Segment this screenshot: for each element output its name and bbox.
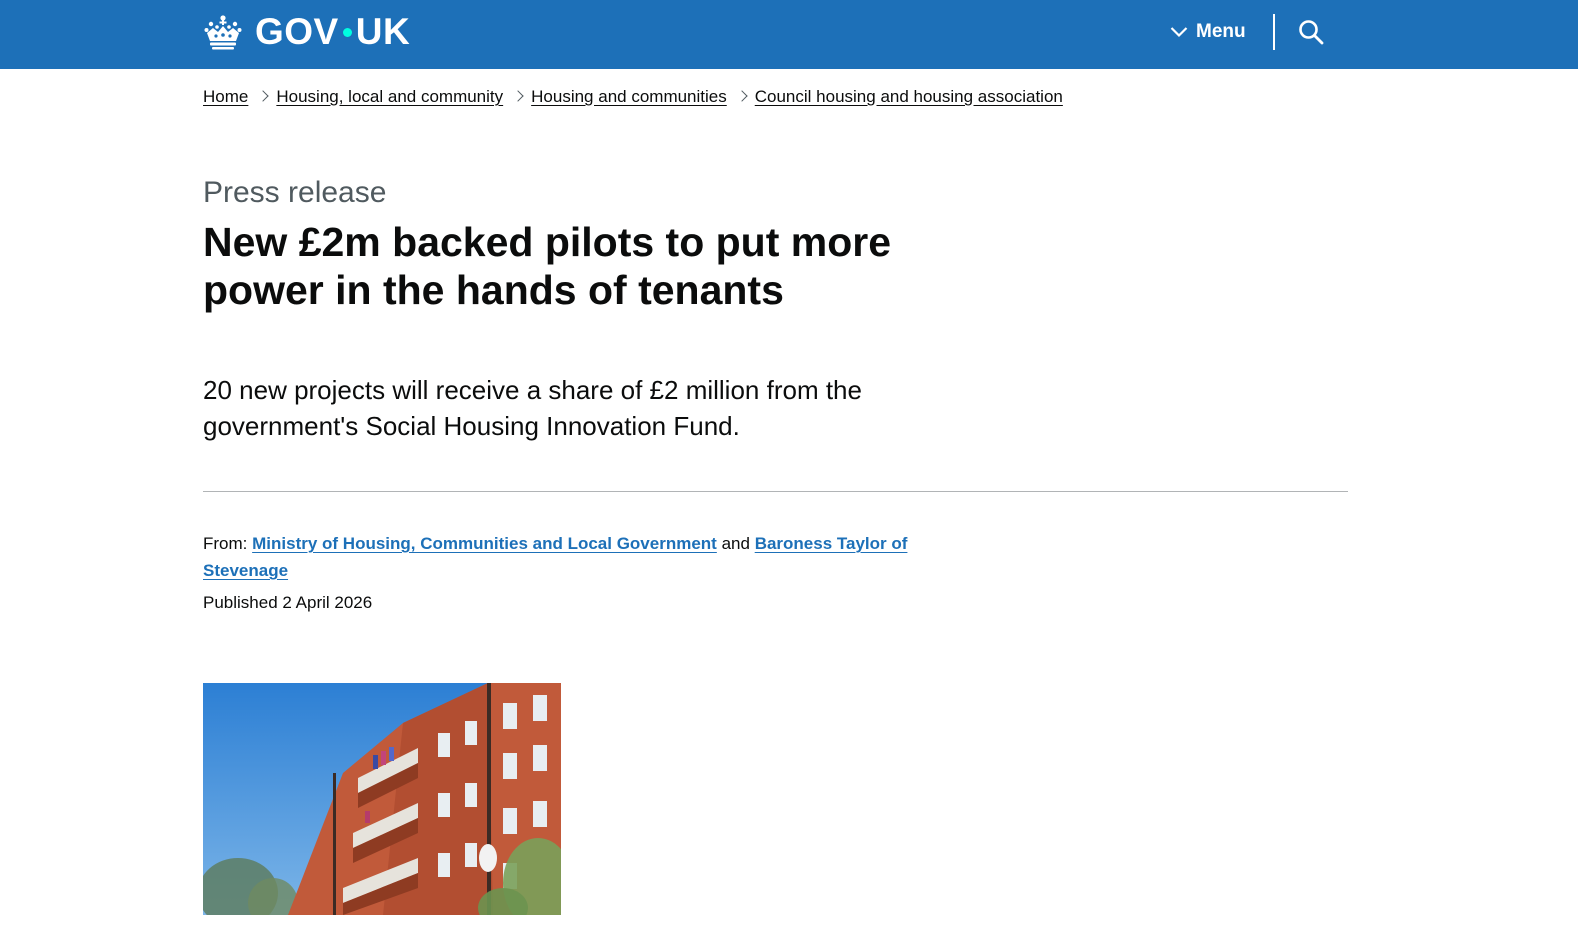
from-label: From: bbox=[203, 534, 248, 553]
header-divider bbox=[1273, 14, 1275, 50]
breadcrumb-separator-icon bbox=[512, 90, 524, 102]
search-button[interactable] bbox=[1293, 14, 1329, 50]
logo-wordmark: GOV UK bbox=[255, 11, 410, 53]
search-icon bbox=[1299, 20, 1324, 45]
breadcrumb: Home Housing, local and community Housin… bbox=[203, 87, 1063, 107]
breadcrumb-separator-icon bbox=[736, 90, 748, 102]
from-and-text: and bbox=[721, 534, 750, 553]
logo-text-gov: GOV bbox=[255, 11, 339, 52]
page-title: New £2m backed pilots to put more power … bbox=[203, 219, 892, 313]
published-label: Published bbox=[203, 593, 278, 612]
hero-image bbox=[203, 683, 561, 915]
govuk-logo-link[interactable]: GOV UK bbox=[203, 11, 410, 53]
lead-paragraph: 20 new projects will receive a share of … bbox=[203, 375, 862, 441]
published-date: 2 April 2026 bbox=[282, 593, 373, 612]
organisation-link-mhclg[interactable]: Ministry of Housing, Communities and Loc… bbox=[252, 534, 717, 553]
menu-button[interactable]: Menu bbox=[1170, 14, 1246, 50]
published-metadata: Published 2 April 2026 bbox=[203, 590, 372, 615]
chevron-down-icon bbox=[1170, 27, 1188, 38]
breadcrumb-link-home[interactable]: Home bbox=[203, 87, 248, 107]
from-metadata: From: Ministry of Housing, Communities a… bbox=[203, 530, 953, 584]
breadcrumb-link-council-housing[interactable]: Council housing and housing association bbox=[755, 87, 1063, 107]
page-caption: Press release bbox=[203, 176, 387, 209]
site-header: GOV UK Menu bbox=[0, 0, 1578, 69]
logo-dot bbox=[342, 27, 352, 37]
logo-text-uk: UK bbox=[355, 11, 411, 52]
crown-icon bbox=[204, 15, 242, 50]
housing-block-illustration bbox=[203, 683, 561, 915]
section-divider bbox=[203, 491, 1348, 492]
breadcrumb-separator-icon bbox=[257, 90, 270, 102]
menu-label: Menu bbox=[1196, 21, 1246, 42]
breadcrumb-link-housing-communities[interactable]: Housing and communities bbox=[531, 87, 727, 107]
breadcrumb-link-housing-local-community[interactable]: Housing, local and community bbox=[276, 87, 503, 107]
